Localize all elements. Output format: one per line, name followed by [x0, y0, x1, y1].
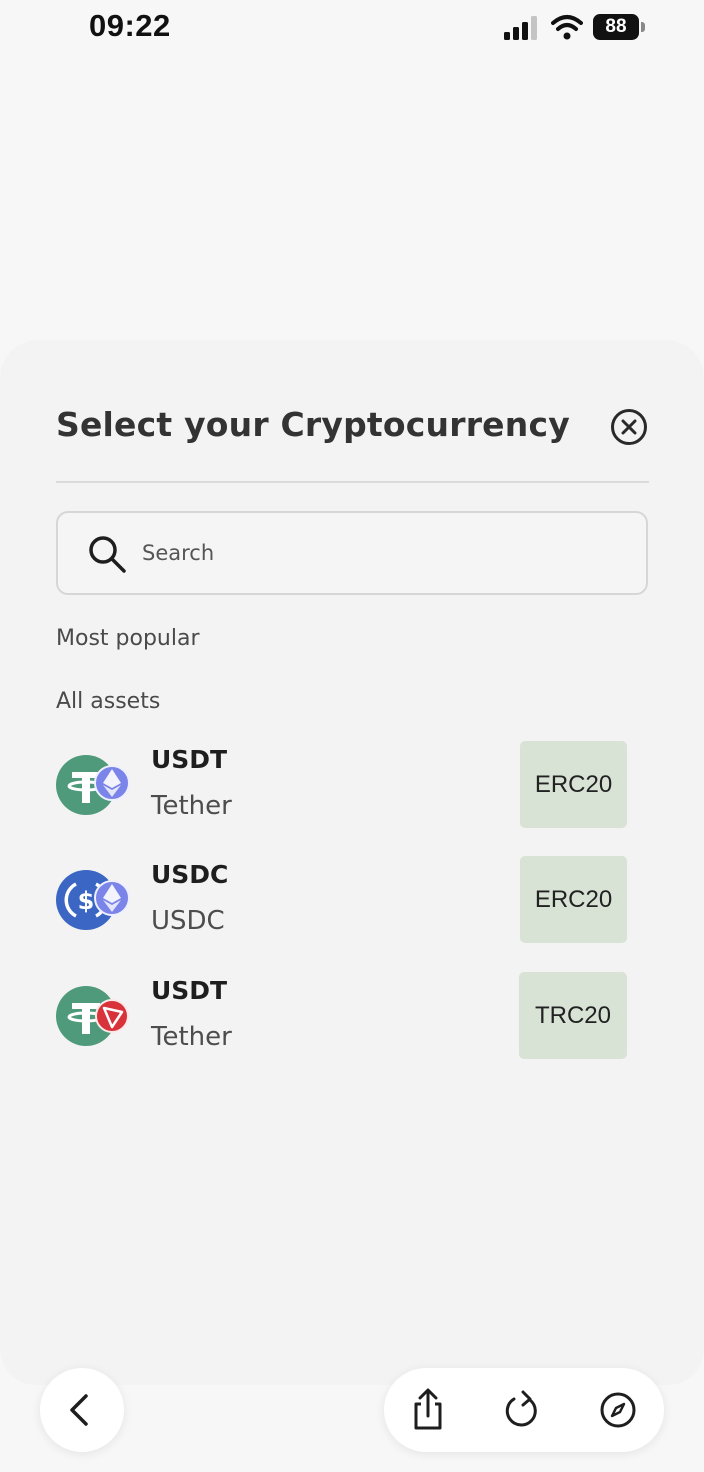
usdc-ethereum-icon: $: [56, 870, 130, 930]
share-icon[interactable]: [406, 1388, 450, 1432]
network-badge: ERC20: [520, 741, 627, 828]
search-input[interactable]: [142, 533, 622, 573]
browser-actions: [384, 1368, 664, 1452]
compass-icon[interactable]: [596, 1388, 640, 1432]
asset-name: Tether: [151, 1022, 232, 1052]
reload-icon[interactable]: [500, 1388, 544, 1432]
asset-name: Tether: [151, 791, 232, 821]
close-circle-icon: [621, 419, 637, 435]
wifi-icon: [551, 15, 583, 40]
asset-row-usdc-erc20[interactable]: $ USDC USDC ERC20: [50, 856, 640, 956]
status-bar: 09:22 88: [0, 0, 704, 60]
section-most-popular[interactable]: Most popular: [56, 626, 200, 651]
asset-symbol: USDT: [151, 745, 228, 774]
section-all-assets[interactable]: All assets: [56, 689, 160, 714]
battery-level: 88: [593, 14, 639, 40]
battery-icon: 88: [593, 14, 645, 40]
battery-cap: [641, 22, 645, 32]
network-badge: TRC20: [519, 972, 627, 1059]
close-button[interactable]: [611, 409, 647, 445]
svg-text:$: $: [78, 887, 95, 915]
crypto-select-sheet: Select your Cryptocurrency Most popular …: [0, 340, 704, 1385]
signal-icon: [504, 16, 537, 40]
tether-tron-icon: [56, 986, 129, 1046]
asset-row-usdt-erc20[interactable]: USDT Tether ERC20: [50, 741, 640, 841]
asset-symbol: USDT: [151, 976, 228, 1005]
asset-symbol: USDC: [151, 860, 229, 889]
status-time: 09:22: [89, 8, 171, 43]
network-badge: ERC20: [520, 856, 627, 943]
asset-name: USDC: [151, 906, 225, 936]
asset-row-usdt-trc20[interactable]: USDT Tether TRC20: [50, 972, 640, 1072]
search-icon: [89, 536, 126, 573]
tether-ethereum-icon: [56, 755, 130, 815]
sheet-title: Select your Cryptocurrency: [56, 405, 570, 444]
back-button[interactable]: [40, 1368, 124, 1452]
back-chevron-icon: [70, 1394, 88, 1426]
divider: [56, 481, 649, 483]
search-box[interactable]: [56, 511, 648, 595]
